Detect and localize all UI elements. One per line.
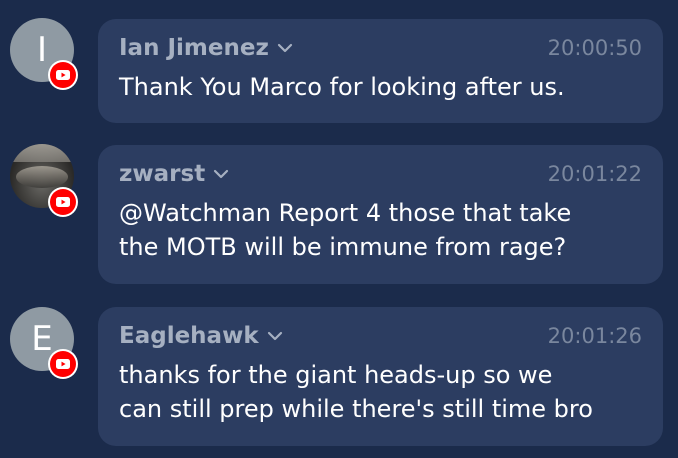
- avatar-initial: I: [36, 30, 48, 70]
- author-menu[interactable]: Ian Jimenez: [119, 35, 293, 61]
- message-header: zwarst 20:01:22: [119, 161, 642, 193]
- message-timestamp: 20:01:26: [547, 324, 642, 348]
- message-bubble: Eaglehawk 20:01:26 thanks for the giant …: [98, 307, 663, 446]
- youtube-icon: [48, 187, 78, 217]
- message-text: Thank You Marco for looking after us.: [119, 73, 565, 101]
- avatar-photo: [10, 144, 74, 162]
- message-text: @Watchman Report 4 those that take the M…: [119, 199, 572, 261]
- chevron-down-icon[interactable]: [267, 331, 283, 341]
- author-name: Ian Jimenez: [119, 35, 269, 61]
- chevron-down-icon[interactable]: [277, 43, 293, 53]
- author-menu[interactable]: zwarst: [119, 161, 229, 187]
- message-text: thanks for the giant heads-up so we can …: [119, 361, 593, 423]
- chat-page: { "messages": [ { "author": "Ian Jimenez…: [0, 0, 678, 458]
- author-menu[interactable]: Eaglehawk: [119, 323, 283, 349]
- message-header: Ian Jimenez 20:00:50: [119, 35, 642, 67]
- avatar-initial: E: [31, 319, 53, 359]
- message-timestamp: 20:00:50: [547, 36, 642, 60]
- message-bubble: Ian Jimenez 20:00:50 Thank You Marco for…: [98, 19, 663, 123]
- message-bubble: zwarst 20:01:22 @Watchman Report 4 those…: [98, 145, 663, 284]
- chevron-down-icon[interactable]: [213, 169, 229, 179]
- author-name: zwarst: [119, 161, 206, 187]
- author-name: Eaglehawk: [119, 323, 259, 349]
- youtube-icon: [48, 349, 78, 379]
- message-header: Eaglehawk 20:01:26: [119, 323, 642, 355]
- message-timestamp: 20:01:22: [547, 162, 642, 186]
- youtube-icon: [48, 60, 78, 90]
